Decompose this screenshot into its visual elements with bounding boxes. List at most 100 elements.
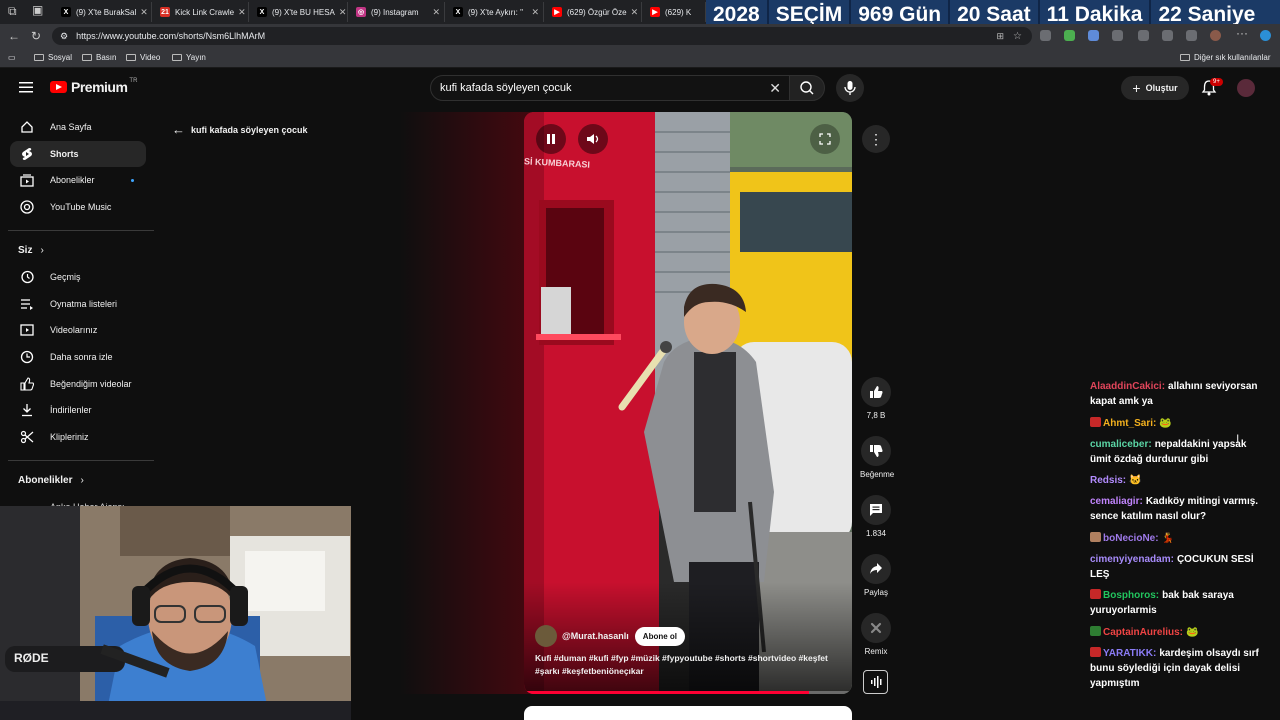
shield-extension-icon[interactable]: [1088, 30, 1099, 41]
close-tab-icon[interactable]: ✕: [234, 7, 246, 18]
back-to-search-link[interactable]: ← kufi kafada söyleyen çocuk: [172, 122, 308, 137]
favorites-icon[interactable]: [1162, 30, 1173, 41]
hamburger-menu-icon[interactable]: [19, 81, 33, 93]
search-button[interactable]: [789, 75, 825, 101]
chat-username: Ahmt_Sari:: [1103, 418, 1157, 429]
like-action[interactable]: 7,8 B: [860, 377, 892, 420]
extension-icon[interactable]: [1112, 30, 1123, 41]
comments-button[interactable]: [861, 495, 891, 525]
share-action[interactable]: Paylaş: [860, 554, 892, 597]
dislike-action[interactable]: Beğenme: [860, 436, 894, 479]
chat-badge-icon: [1090, 647, 1101, 657]
close-tab-icon[interactable]: ✕: [136, 7, 148, 18]
sidebar-item-label: Ana Sayfa: [50, 122, 92, 132]
voice-search-button[interactable]: [836, 74, 864, 102]
browser-tab[interactable]: 21 Kick Link Crawle ✕: [156, 2, 249, 22]
sidebar-item-liked[interactable]: Beğendiğim videolar: [10, 371, 146, 397]
browser-tab[interactable]: X (9) X'te BU HESA ✕: [253, 2, 348, 22]
sidebar-item-your-videos[interactable]: Videolarınız: [10, 317, 146, 343]
account-avatar[interactable]: [1237, 79, 1255, 97]
extension-icon[interactable]: [1064, 30, 1075, 41]
sidebar-item-history[interactable]: Geçmiş: [10, 264, 146, 290]
like-button[interactable]: [861, 377, 891, 407]
progress-track[interactable]: [524, 691, 852, 694]
sidebar-item-music[interactable]: YouTube Music: [10, 194, 146, 220]
chat-username: Bosphoros:: [1103, 590, 1160, 601]
sidebar-item-playlist[interactable]: Oynatma listeleri: [10, 291, 146, 317]
address-bar[interactable]: ⚙ https://www.youtube.com/shorts/Nsm6Llh…: [52, 27, 1032, 45]
site-info-icon[interactable]: ⚙: [60, 31, 68, 42]
tab-actions-icon[interactable]: ⧉: [8, 4, 17, 19]
sidebar-item-label: Beğendiğim videolar: [50, 379, 132, 389]
split-screen-icon[interactable]: ⊞: [996, 31, 1004, 42]
browser-tab[interactable]: ▶ (629) Özgür Öze ✕: [548, 2, 642, 22]
remix-button[interactable]: [861, 613, 891, 643]
chat-badge-icon: [1090, 417, 1101, 427]
extension-icon[interactable]: [1040, 30, 1051, 41]
music-icon: [20, 200, 34, 214]
browser-essentials-icon[interactable]: [1186, 30, 1197, 41]
youtube-premium-logo[interactable]: Premium TR: [50, 78, 137, 95]
browser-tab[interactable]: X (9) X'te BurakSal ✕: [57, 2, 152, 22]
comments-action[interactable]: 1.834: [860, 495, 892, 538]
subscriptions-section-header[interactable]: Abonelikler ›: [18, 475, 84, 486]
dislike-button[interactable]: [861, 436, 891, 466]
tab-title: (9) Instagram: [371, 7, 419, 17]
channel-name[interactable]: @Murat.hasanlı: [562, 631, 629, 641]
sidebar-item-subscriptions[interactable]: Abonelikler: [10, 167, 146, 193]
create-button[interactable]: + Oluştur: [1121, 76, 1189, 100]
bookmark-star-icon[interactable]: ☆: [1013, 31, 1022, 42]
liked-icon: [20, 377, 34, 391]
chat-username: boNecioNe:: [1103, 533, 1159, 544]
microphone-icon: [844, 81, 856, 95]
sidebar-item-clips[interactable]: Klipleriniz: [10, 424, 146, 450]
bookmark-folder-video[interactable]: Video: [126, 53, 160, 62]
subscribe-button[interactable]: Abone ol: [634, 626, 686, 646]
volume-button[interactable]: [578, 124, 608, 154]
close-tab-icon[interactable]: ✕: [527, 7, 539, 18]
reload-icon[interactable]: ↻: [31, 29, 41, 43]
tab-favicon-icon: X: [453, 7, 463, 17]
copilot-icon[interactable]: [1260, 30, 1271, 41]
bookmark-label: Video: [140, 53, 161, 62]
bookmark-folder-sosyal[interactable]: Sosyal: [34, 53, 72, 62]
more-menu-icon[interactable]: ···: [1236, 26, 1248, 40]
sidebar-item-label: İndirilenler: [50, 405, 92, 415]
chat-text: 🐸: [1186, 627, 1199, 638]
sidebar-item-shorts[interactable]: Shorts: [10, 141, 146, 167]
profile-avatar-icon[interactable]: [1210, 30, 1221, 41]
browser-tab[interactable]: ◎ (9) Instagram ✕: [352, 2, 445, 22]
chat-username: cumaliceber:: [1090, 439, 1152, 450]
your-videos-icon: [20, 324, 34, 336]
reading-list-icon[interactable]: ▭: [8, 53, 16, 62]
close-tab-icon[interactable]: ✕: [428, 7, 440, 18]
sidebar-item-watch-later[interactable]: Daha sonra izle: [10, 344, 146, 370]
chat-message: Redsis: 🐱: [1090, 473, 1270, 488]
short-video-player[interactable]: Sİ KUMBARASI @Murat.hasanlı Abone ol Kuf…: [524, 112, 852, 694]
browser-tab[interactable]: ▶ (629) K: [646, 2, 706, 22]
close-tab-icon[interactable]: ✕: [627, 7, 639, 18]
subscriptions-icon: [20, 174, 34, 187]
pause-button[interactable]: [536, 124, 566, 154]
sidebar-item-home[interactable]: Ana Sayfa: [10, 114, 146, 140]
remix-action[interactable]: Remix: [860, 613, 892, 656]
other-bookmarks[interactable]: Diğer sık kullanılanlar: [1180, 53, 1270, 62]
chat-username: cimenyiyenadam:: [1090, 554, 1174, 565]
video-caption[interactable]: Kufi #duman #kufi #fyp #müzik #fypyoutub…: [535, 652, 845, 678]
extensions-puzzle-icon[interactable]: [1138, 30, 1149, 41]
you-section-header[interactable]: Siz ›: [18, 245, 44, 256]
more-options-button[interactable]: ⋮: [862, 125, 890, 153]
channel-avatar[interactable]: [535, 625, 557, 647]
search-input[interactable]: kufi kafada söyleyen çocuk ✕: [430, 75, 790, 101]
share-button[interactable]: [861, 554, 891, 584]
back-arrow-icon[interactable]: ←: [8, 29, 20, 43]
bookmark-folder-yayin[interactable]: Yayın: [172, 53, 206, 62]
vertical-tabs-icon[interactable]: ▣: [32, 3, 43, 17]
bookmark-folder-basin[interactable]: Basın: [82, 53, 116, 62]
sidebar-item-downloads[interactable]: İndirilenler: [10, 397, 146, 423]
close-tab-icon[interactable]: ✕: [335, 7, 347, 18]
browser-tab[interactable]: X (9) X'te Aykırı: " ✕: [449, 2, 544, 22]
fullscreen-button[interactable]: [810, 124, 840, 154]
audio-track-button[interactable]: [863, 670, 888, 694]
clear-search-icon[interactable]: ✕: [769, 80, 781, 97]
